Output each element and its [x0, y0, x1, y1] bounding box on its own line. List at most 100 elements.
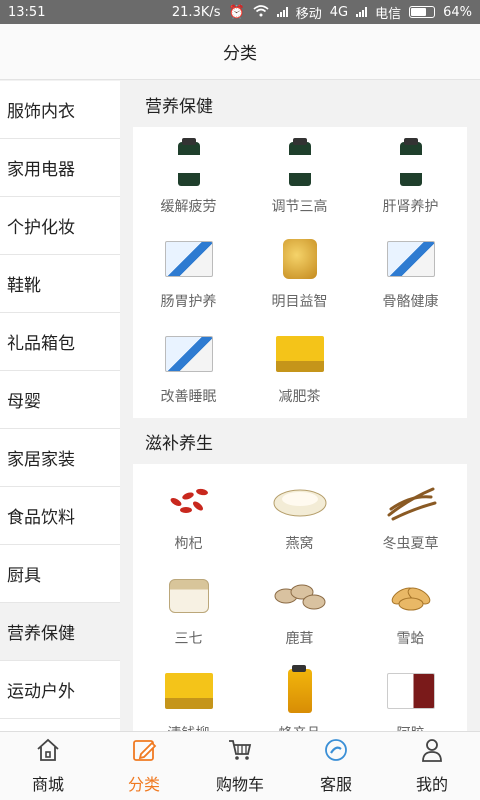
subcategory-item[interactable]: 骨骼健康: [355, 228, 466, 323]
subcategory-item[interactable]: 明目益智: [244, 228, 355, 323]
subcategory-label: 蜂产品: [279, 723, 321, 731]
subcategory-label: 骨骼健康: [382, 294, 439, 310]
subcategory-label: 阿胶: [397, 723, 425, 731]
subcategory-label: 雪蛤: [396, 631, 425, 647]
carrier-2: 电信: [375, 6, 402, 22]
sidebar-item-label: 营养保健: [7, 624, 75, 644]
subcategory-item[interactable]: 肠胃护养: [133, 228, 244, 323]
sidebar-item-label: 厨具: [7, 566, 41, 586]
sidebar-item-label: 家居家装: [7, 450, 75, 470]
tab-cart[interactable]: 购物车: [192, 732, 288, 800]
battery-icon: [409, 6, 436, 18]
subcategory-item[interactable]: 减肥茶: [244, 323, 355, 418]
sidebar-item[interactable]: 食品饮料: [0, 487, 120, 545]
sidebar-item-label: 礼品箱包: [7, 334, 75, 354]
category-edit-icon: [131, 737, 157, 767]
tab-user[interactable]: 我的: [384, 732, 480, 800]
subcategory-item[interactable]: 冬虫夏草: [355, 470, 466, 565]
sidebar-item-label: 个护化妆: [7, 218, 75, 238]
gelatin-box-icon: [383, 666, 439, 716]
subcategory-label: 缓解疲劳: [160, 199, 217, 215]
subcategory-label: 鹿茸: [285, 631, 314, 647]
snow-frog-icon: [383, 571, 439, 621]
product-box-icon: [383, 234, 439, 284]
sidebar-item-label: 服饰内衣: [7, 102, 75, 122]
subcategory-item[interactable]: 清钱柳: [133, 660, 244, 731]
subcategory-label: 减肥茶: [278, 389, 321, 405]
honey-bottle-icon: [272, 665, 328, 716]
sidebar-item[interactable]: 鞋靴: [0, 255, 120, 313]
tab-category-edit[interactable]: 分类: [96, 732, 192, 800]
supplement-bottle-icon: [272, 138, 328, 189]
user-icon: [419, 737, 445, 767]
subcategory-item[interactable]: 枸杞: [133, 470, 244, 565]
subcategory-item[interactable]: 肝肾养护: [355, 133, 466, 228]
home-icon: [35, 737, 61, 767]
sidebar-item[interactable]: 服饰内衣: [0, 81, 120, 139]
tab-label: 购物车: [215, 775, 264, 794]
tab-label: 商城: [31, 775, 64, 794]
section-title: 滋补养生: [145, 433, 213, 454]
subcategory-label: 调节三高: [271, 199, 328, 215]
supplement-bottle-icon: [161, 138, 217, 189]
subcategory-item[interactable]: 三七: [133, 565, 244, 660]
subcategory-panel: 营养保健缓解疲劳 调节三高 肝肾养护肠胃护养 明目益智 骨骼健康改善睡眠 减肥茶滋补养生枸…: [120, 81, 480, 731]
subcategory-grid: 枸杞 燕窝 冬虫夏草三七 鹿茸 雪蛤清钱柳 蜂产品 阿胶: [133, 464, 467, 731]
signal-icon: [276, 7, 288, 17]
battery-percent: 64%: [443, 4, 472, 20]
supplement-bottle-icon: [383, 138, 439, 189]
subcategory-label: 枸杞: [174, 536, 203, 552]
subcategory-label: 改善睡眠: [160, 389, 217, 405]
herb-jar-icon: [161, 571, 217, 621]
subcategory-item[interactable]: 鹿茸: [244, 565, 355, 660]
status-indicators: 21.3K/s ⏰ 移动 4G 电信 64%: [172, 3, 472, 22]
sidebar-item-label: 运动户外: [7, 682, 75, 702]
alarm-icon: ⏰: [228, 4, 245, 20]
subcategory-label: 肠胃护养: [160, 294, 217, 310]
sidebar-item[interactable]: 家居家装: [0, 429, 120, 487]
sidebar-item[interactable]: 厨具: [0, 545, 120, 603]
status-time: 13:51: [8, 4, 46, 20]
carrier-1: 移动: [295, 6, 322, 22]
section-title: 营养保健: [145, 96, 213, 117]
subcategory-item[interactable]: 改善睡眠: [133, 323, 244, 418]
subcategory-label: 清钱柳: [168, 723, 210, 731]
capsule-jar-icon: [272, 234, 328, 284]
sidebar-item-label: 食品饮料: [7, 508, 75, 528]
sidebar-item[interactable]: 家用电器: [0, 139, 120, 197]
sidebar-item[interactable]: 个护化妆: [0, 197, 120, 255]
subcategory-item[interactable]: 缓解疲劳: [133, 133, 244, 228]
network-speed: 21.3K/s: [171, 4, 221, 20]
sidebar-item-label: 家用电器: [7, 160, 75, 180]
sidebar-item-label: 鞋靴: [7, 276, 41, 296]
subcategory-grid: 缓解疲劳 调节三高 肝肾养护肠胃护养 明目益智 骨骼健康改善睡眠 减肥茶: [133, 127, 467, 418]
product-box-icon: [161, 329, 217, 379]
sidebar-item[interactable]: 运动户外: [0, 661, 120, 719]
network-type: 4G: [329, 4, 349, 20]
signal-icon: [356, 7, 368, 17]
antler-slices-icon: [272, 571, 328, 621]
cordyceps-icon: [383, 476, 439, 526]
tab-customer-service[interactable]: 客服: [288, 732, 384, 800]
cart-icon: [227, 737, 253, 767]
tab-home[interactable]: 商城: [0, 732, 96, 800]
subcategory-label: 冬虫夏草: [382, 536, 439, 552]
tea-box-icon: [272, 329, 328, 379]
subcategory-label: 燕窝: [285, 536, 314, 552]
subcategory-item[interactable]: 雪蛤: [355, 565, 466, 660]
sidebar-item-label: 母婴: [7, 392, 41, 412]
tea-box-icon: [161, 666, 217, 716]
page-header: 分类: [0, 24, 480, 80]
sidebar-item[interactable]: 母婴: [0, 371, 120, 429]
birds-nest-icon: [272, 476, 328, 526]
subcategory-item[interactable]: 燕窝: [244, 470, 355, 565]
subcategory-label: 三七: [174, 631, 203, 647]
subcategory-item[interactable]: 蜂产品: [244, 660, 355, 731]
sidebar-item[interactable]: 营养保健: [0, 603, 120, 661]
page-title: 分类: [223, 44, 257, 64]
sidebar-item[interactable]: 礼品箱包: [0, 313, 120, 371]
subcategory-item[interactable]: 阿胶: [355, 660, 466, 731]
subcategory-label: 肝肾养护: [382, 199, 439, 215]
subcategory-item[interactable]: 调节三高: [244, 133, 355, 228]
bottom-nav: 商城 分类 购物车 客服 我的: [0, 731, 480, 800]
